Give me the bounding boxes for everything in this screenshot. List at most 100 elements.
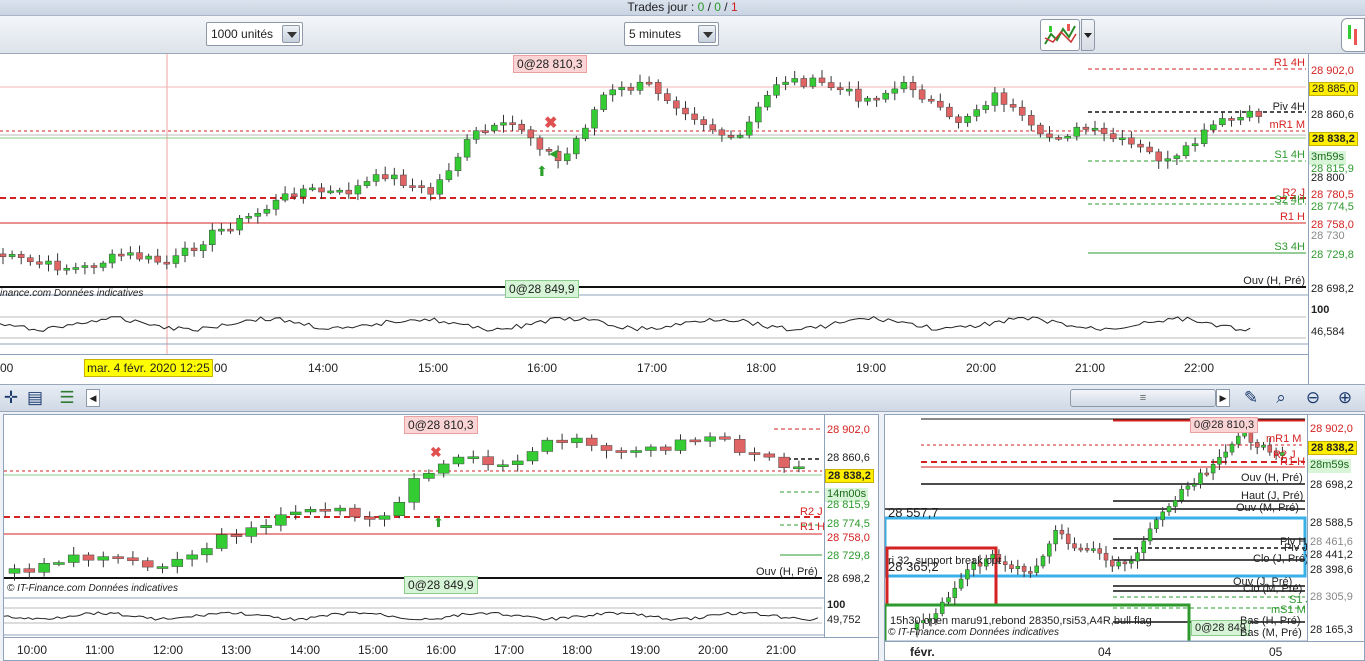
level-label: R1 4H — [1273, 57, 1305, 69]
order-tag-top[interactable]: 0@28 810,3 — [1190, 417, 1259, 433]
candle — [1154, 519, 1159, 530]
candle — [1217, 456, 1222, 465]
candle — [141, 560, 154, 568]
candle — [1204, 472, 1210, 476]
candle — [436, 179, 444, 195]
chevron-down-icon[interactable] — [698, 25, 716, 43]
candle — [654, 82, 662, 94]
candle — [718, 129, 726, 136]
candle — [809, 77, 817, 87]
candle — [1047, 543, 1052, 557]
notes-icon[interactable]: ▤ — [24, 387, 46, 409]
candle — [260, 525, 272, 528]
candle — [467, 456, 480, 459]
candle — [800, 78, 808, 87]
candle — [381, 174, 389, 180]
order-tag-top[interactable]: 0@28 810,3 — [404, 416, 478, 434]
scroll-left-button[interactable]: ◀ — [86, 389, 100, 407]
candle — [90, 265, 98, 268]
candle — [1065, 533, 1071, 544]
candle — [349, 507, 361, 518]
order-tag-top[interactable]: 0@28 810,3 — [513, 55, 587, 73]
zoom-in-icon[interactable]: ⊕ — [1334, 387, 1356, 409]
candle — [659, 446, 672, 451]
candle — [674, 439, 687, 451]
main-chart-panel: ▭ × ↓ ↑ — [0, 54, 1365, 384]
candle — [418, 185, 425, 188]
candle — [393, 501, 406, 517]
candle — [1137, 143, 1144, 148]
candle — [1198, 472, 1203, 485]
candle — [1103, 552, 1109, 561]
candle — [215, 534, 228, 549]
order-tag-bottom[interactable]: 0@28 849,9 — [505, 280, 579, 298]
candle — [463, 139, 471, 158]
scroll-thumb[interactable]: ≡ — [1070, 389, 1216, 407]
candle — [491, 124, 498, 132]
candle — [427, 187, 434, 195]
candle — [1040, 555, 1046, 567]
candle — [1021, 565, 1027, 572]
candle — [281, 193, 289, 201]
candle — [793, 466, 805, 470]
candle — [571, 437, 583, 443]
chart-type-dropdown[interactable] — [1081, 19, 1095, 51]
candle — [336, 189, 343, 193]
pen-tool-icon[interactable]: ✎ — [1240, 387, 1262, 409]
candle — [1009, 564, 1014, 569]
candle — [1034, 565, 1039, 573]
candle — [1160, 511, 1165, 521]
candle — [763, 453, 776, 458]
candle — [973, 109, 980, 117]
candle — [1236, 435, 1241, 445]
candle — [245, 527, 258, 537]
level-label: S2 4H — [1274, 194, 1305, 206]
candle — [186, 554, 198, 560]
candle — [709, 124, 717, 131]
candle — [600, 445, 613, 451]
candle — [900, 82, 908, 90]
candle — [275, 514, 287, 526]
chart-type-button[interactable] — [1040, 19, 1080, 51]
candle — [563, 153, 571, 162]
candle — [691, 113, 698, 120]
candle — [664, 93, 671, 101]
candle — [289, 511, 302, 516]
crosshair-icon[interactable]: ✛ — [0, 387, 22, 409]
candle — [354, 185, 362, 195]
indicators-icon[interactable]: ☰ — [56, 387, 78, 409]
candle — [1084, 547, 1090, 551]
candle — [236, 217, 243, 231]
price-highlight: 28 885,0 — [1309, 82, 1358, 96]
chevron-down-icon[interactable] — [282, 25, 300, 43]
units-select[interactable]: 1000 unités — [206, 22, 303, 46]
candle — [500, 122, 507, 126]
candle — [63, 267, 70, 271]
candle — [1210, 124, 1217, 131]
candle — [1119, 137, 1126, 140]
candle — [127, 557, 139, 561]
zoom-fit-icon[interactable]: ⌕ — [1270, 387, 1292, 409]
current-price-tag: 28 838,2 — [1309, 132, 1358, 146]
candle — [1219, 118, 1226, 126]
candle — [846, 88, 853, 92]
candle — [97, 556, 110, 561]
candle — [199, 244, 207, 251]
candle — [946, 106, 953, 118]
candle — [1097, 548, 1102, 554]
candle — [38, 563, 50, 573]
candle — [700, 119, 707, 125]
candle — [472, 130, 480, 140]
candle — [263, 208, 271, 214]
zoom-out-icon[interactable]: ⊖ — [1302, 387, 1324, 409]
main-chart-canvas: ✖ ⬆ ◀ — [0, 54, 1308, 384]
chart-mini-icon — [1348, 25, 1357, 45]
side-panel-toggle[interactable] — [1341, 18, 1365, 52]
level-label: R1 H — [1279, 211, 1305, 223]
scroll-right-button[interactable]: ▶ — [1216, 389, 1230, 407]
interval-select[interactable]: 5 minutes — [624, 22, 719, 46]
candle — [1223, 451, 1228, 458]
candle — [1055, 137, 1062, 140]
order-tag-bottom[interactable]: 0@28 849,9 — [404, 576, 478, 594]
candle — [618, 87, 626, 91]
